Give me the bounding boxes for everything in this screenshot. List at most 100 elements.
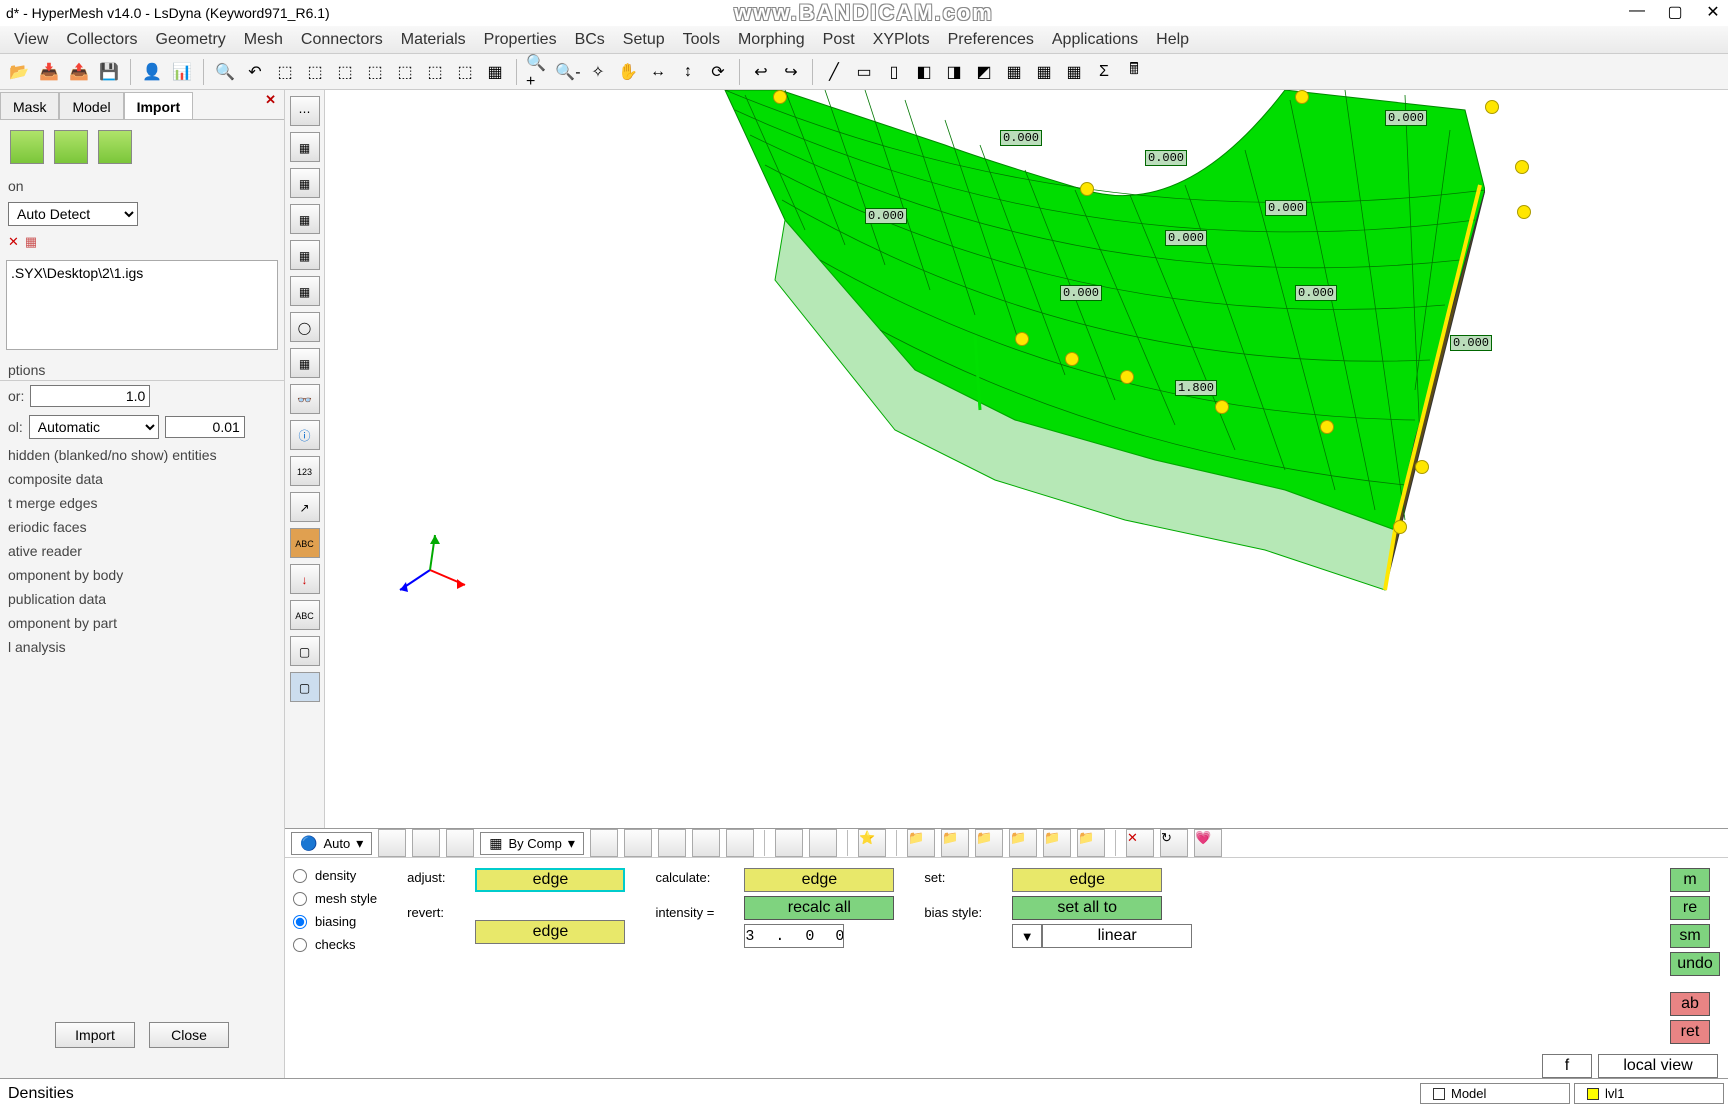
vt-box1-icon[interactable]: ▢: [290, 636, 320, 666]
iso-icon[interactable]: ▦: [482, 59, 508, 85]
redo-icon[interactable]: ↪: [778, 59, 804, 85]
arrow-ud-icon[interactable]: ↕: [675, 59, 701, 85]
save-icon[interactable]: 💾: [96, 59, 122, 85]
close-button[interactable]: Close: [149, 1022, 229, 1048]
mesh-node[interactable]: [1515, 160, 1529, 174]
bb-fold3-icon[interactable]: 📁: [975, 829, 1003, 857]
axis-zx-icon[interactable]: ⬚: [362, 59, 388, 85]
vt-circle-icon[interactable]: ◯: [290, 312, 320, 342]
vt-mesh5-icon[interactable]: ▦: [290, 276, 320, 306]
vt-abc1-icon[interactable]: ABC: [290, 528, 320, 558]
bb-grid-icon[interactable]: [775, 829, 803, 857]
minimize-icon[interactable]: —: [1628, 2, 1646, 20]
arrow-lr-icon[interactable]: ↔: [645, 59, 671, 85]
bb-fold4-icon[interactable]: 📁: [1009, 829, 1037, 857]
axis-yz-icon[interactable]: ⬚: [332, 59, 358, 85]
rotate-icon[interactable]: ⟳: [705, 59, 731, 85]
solid-icon[interactable]: ▯: [881, 59, 907, 85]
vt-axis-icon[interactable]: ↗: [290, 492, 320, 522]
mesh1-icon[interactable]: ▦: [1001, 59, 1027, 85]
status-model[interactable]: Model: [1420, 1083, 1570, 1104]
check-hidden[interactable]: hidden (blanked/no show) entities: [0, 443, 284, 467]
import-geom-icon[interactable]: [10, 130, 44, 164]
zoomout-icon[interactable]: 🔍-: [555, 59, 581, 85]
ol-input[interactable]: [165, 416, 245, 438]
axis-xz-icon[interactable]: ⬚: [302, 59, 328, 85]
cube1-icon[interactable]: ◧: [911, 59, 937, 85]
biasstyle-caret[interactable]: ▼: [1012, 924, 1042, 948]
adjust-edge-button[interactable]: edge: [475, 868, 625, 892]
menu-properties[interactable]: Properties: [484, 31, 557, 49]
3d-viewport[interactable]: 0.0000.0000.0000.0000.0000.0000.0000.000…: [325, 90, 1728, 828]
sm-button[interactable]: sm: [1670, 924, 1710, 948]
bb-wire-icon[interactable]: [590, 829, 618, 857]
vt-box2-icon[interactable]: ▢: [290, 672, 320, 702]
vt-mesh6-icon[interactable]: ▦: [290, 348, 320, 378]
vt-mesh2-icon[interactable]: ▦: [290, 168, 320, 198]
tab-model[interactable]: Model: [59, 92, 123, 119]
bb-fold6-icon[interactable]: 📁: [1077, 829, 1105, 857]
autodetect-select[interactable]: Auto Detect: [8, 202, 138, 226]
mesh2-icon[interactable]: ▦: [1031, 59, 1057, 85]
maximize-icon[interactable]: ▢: [1666, 2, 1684, 20]
mesh3-icon[interactable]: ▦: [1061, 59, 1087, 85]
mesh-node[interactable]: [1485, 100, 1499, 114]
undo-button[interactable]: undo: [1670, 952, 1720, 976]
menu-applications[interactable]: Applications: [1052, 31, 1138, 49]
export-icon[interactable]: 📤: [66, 59, 92, 85]
calc-edge-button[interactable]: edge: [744, 868, 894, 892]
vt-mesh1-icon[interactable]: ▦: [290, 132, 320, 162]
axis-xyz-icon[interactable]: ⬚: [422, 59, 448, 85]
mesh-node[interactable]: [1320, 420, 1334, 434]
auto-dropdown[interactable]: 🔵 Auto ▾: [291, 832, 372, 855]
check-analysis[interactable]: l analysis: [0, 635, 284, 659]
bb-shape1-icon[interactable]: [378, 829, 406, 857]
open-icon[interactable]: 📂: [6, 59, 32, 85]
tab-import[interactable]: Import: [124, 92, 194, 119]
bb-layer1-icon[interactable]: [692, 829, 720, 857]
menu-geometry[interactable]: Geometry: [156, 31, 226, 49]
bb-screen-icon[interactable]: [809, 829, 837, 857]
vt-123-icon[interactable]: 123: [290, 456, 320, 486]
mesh-node[interactable]: [1015, 332, 1029, 346]
check-periodic[interactable]: eriodic faces: [0, 515, 284, 539]
bb-fold1-icon[interactable]: 📁: [907, 829, 935, 857]
mesh-node[interactable]: [1215, 400, 1229, 414]
mesh-node[interactable]: [1415, 460, 1429, 474]
axis-zy-icon[interactable]: ⬚: [392, 59, 418, 85]
undo-icon[interactable]: ↩: [748, 59, 774, 85]
bb-star-icon[interactable]: ⭐: [858, 829, 886, 857]
vt-down-icon[interactable]: ↓: [290, 564, 320, 594]
menu-setup[interactable]: Setup: [623, 31, 665, 49]
radio-density[interactable]: density: [293, 868, 377, 883]
vt-mesh4-icon[interactable]: ▦: [290, 240, 320, 270]
ab-button[interactable]: ab: [1670, 992, 1710, 1016]
menu-mesh[interactable]: Mesh: [244, 31, 283, 49]
vt-binoc-icon[interactable]: 👓: [290, 384, 320, 414]
tab-mask[interactable]: Mask: [0, 92, 59, 119]
mesh-node[interactable]: [1120, 370, 1134, 384]
calc-icon[interactable]: 🖩: [1121, 59, 1147, 85]
ret-button[interactable]: ret: [1670, 1020, 1710, 1044]
import-icon[interactable]: 📥: [36, 59, 62, 85]
menu-help[interactable]: Help: [1156, 31, 1189, 49]
menu-collectors[interactable]: Collectors: [66, 31, 137, 49]
menu-post[interactable]: Post: [823, 31, 855, 49]
menu-bcs[interactable]: BCs: [575, 31, 605, 49]
menu-tools[interactable]: Tools: [683, 31, 720, 49]
status-lvl[interactable]: lvl1: [1574, 1083, 1724, 1104]
check-reader[interactable]: ative reader: [0, 539, 284, 563]
menu-xyplots[interactable]: XYPlots: [873, 31, 930, 49]
bb-shape2-icon[interactable]: [412, 829, 440, 857]
bb-shade-icon[interactable]: [624, 829, 652, 857]
pan-icon[interactable]: ✋: [615, 59, 641, 85]
file-grid-icon[interactable]: ▦: [25, 234, 37, 250]
mesh-node[interactable]: [1393, 520, 1407, 534]
vt-mesh3-icon[interactable]: ▦: [290, 204, 320, 234]
menu-preferences[interactable]: Preferences: [948, 31, 1034, 49]
ol-select[interactable]: Automatic: [29, 415, 159, 439]
mesh-node[interactable]: [1295, 90, 1309, 104]
bb-heart-icon[interactable]: 💗: [1194, 829, 1222, 857]
mesh-node[interactable]: [773, 90, 787, 104]
bb-line-icon[interactable]: [658, 829, 686, 857]
